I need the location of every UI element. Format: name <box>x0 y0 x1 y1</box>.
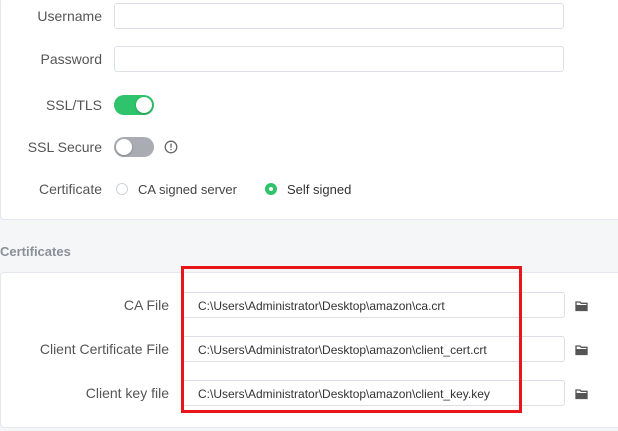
client-cert-label: Client Certificate File <box>39 341 169 357</box>
ssl-secure-toggle[interactable] <box>114 137 154 157</box>
folder-icon[interactable] <box>575 343 589 356</box>
radio-label: CA signed server <box>138 181 237 197</box>
ssl-secure-label: SSL Secure <box>27 139 102 155</box>
folder-icon[interactable] <box>575 299 589 312</box>
section-title-certificates: Certificates <box>0 244 71 259</box>
username-row: Username <box>0 3 564 29</box>
folder-icon[interactable] <box>575 387 589 400</box>
client-cert-input[interactable]: C:\Users\Administrator\Desktop\amazon\cl… <box>181 336 565 362</box>
radio-button[interactable] <box>116 183 128 195</box>
mqtt-connection-settings: Username Password SSL/TLS SSL Secure Cer… <box>0 0 618 431</box>
certificate-row: Certificate CA signed server Self signed <box>0 181 379 197</box>
password-input[interactable] <box>114 46 564 72</box>
toggle-knob <box>136 97 152 113</box>
client-key-label: Client key file <box>85 385 169 401</box>
ssl-tls-label: SSL/TLS <box>45 97 102 113</box>
toggle-knob <box>116 139 132 155</box>
radio-self-signed[interactable]: Self signed <box>265 182 351 197</box>
ca-file-label: CA File <box>123 297 169 313</box>
client-cert-row: Client Certificate File C:\Users\Adminis… <box>0 336 589 362</box>
ssl-tls-toggle[interactable] <box>114 95 154 115</box>
username-input[interactable] <box>114 3 564 29</box>
client-key-input[interactable]: C:\Users\Administrator\Desktop\amazon\cl… <box>181 380 565 406</box>
client-key-row: Client key file C:\Users\Administrator\D… <box>0 380 589 406</box>
radio-label: Self signed <box>287 181 352 197</box>
ssl-tls-row: SSL/TLS <box>0 95 154 115</box>
ca-file-row: CA File C:\Users\Administrator\Desktop\a… <box>0 292 589 318</box>
radio-ca-signed-server[interactable]: CA signed server <box>116 182 237 197</box>
radio-button[interactable] <box>265 183 277 195</box>
certificate-label: Certificate <box>38 181 102 197</box>
ca-file-input[interactable]: C:\Users\Administrator\Desktop\amazon\ca… <box>181 292 565 318</box>
password-row: Password <box>0 46 564 72</box>
password-label: Password <box>40 51 102 67</box>
username-label: Username <box>37 8 102 24</box>
info-icon[interactable] <box>164 140 178 154</box>
ssl-secure-row: SSL Secure <box>0 137 178 157</box>
